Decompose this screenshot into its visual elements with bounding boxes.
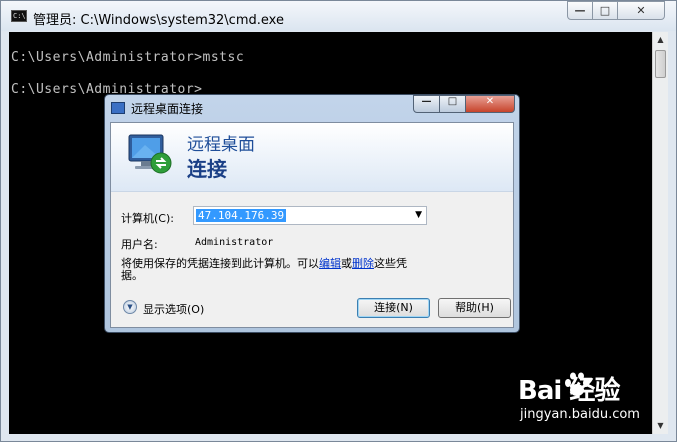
show-options-toggle[interactable]: ▼ 显示选项(O)	[123, 298, 223, 318]
scroll-up-icon[interactable]: ▲	[653, 32, 668, 48]
dialog-banner: 远程桌面 连接	[111, 123, 513, 192]
vertical-scrollbar[interactable]: ▲ ▼	[652, 32, 668, 434]
scroll-thumb[interactable]	[655, 50, 666, 78]
dialog-maximize-button[interactable]: □	[439, 95, 466, 113]
info-text-or: 或	[341, 257, 352, 270]
minimize-button[interactable]: —	[567, 1, 593, 20]
username-value: Administrator	[195, 237, 274, 248]
scroll-down-icon[interactable]: ▼	[653, 418, 668, 434]
close-button[interactable]: ✕	[617, 1, 665, 20]
info-text-start: 将使用保存的凭据连接到此计算机。可以	[121, 257, 319, 270]
edit-credentials-link[interactable]: 编辑	[319, 257, 341, 270]
cmd-titlebar[interactable]: C:\ 管理员: C:\Windows\system32\cmd.exe — □…	[1, 1, 676, 31]
connect-button[interactable]: 连接(N)	[357, 298, 430, 318]
dialog-minimize-button[interactable]: —	[413, 95, 440, 113]
dialog-title: 远程桌面连接	[131, 102, 204, 116]
delete-credentials-link[interactable]: 删除	[352, 257, 374, 270]
saved-credentials-info: 将使用保存的凭据连接到此计算机。可以编辑或删除这些凭据。	[121, 258, 411, 282]
remote-desktop-icon	[111, 102, 125, 114]
help-button[interactable]: 帮助(H)	[438, 298, 511, 318]
baidu-paw-icon	[565, 372, 589, 396]
dialog-heading-line1: 远程桌面	[187, 135, 255, 155]
expand-chevron-icon[interactable]: ▼	[123, 300, 137, 314]
console-icon[interactable]: C:\	[11, 10, 27, 22]
maximize-button[interactable]: □	[592, 1, 618, 20]
dialog-close-button[interactable]: ✕	[465, 95, 515, 113]
dialog-body: 远程桌面 连接 计算机(C): 47.104.176.39 ▼ 用户名: Adm…	[110, 122, 514, 328]
show-options-label[interactable]: 显示选项(O)	[143, 301, 204, 317]
baidu-jingyan-watermark: Bai 经验 jingyan.baidu.com	[518, 370, 648, 430]
computer-combobox[interactable]: 47.104.176.39 ▼	[193, 206, 427, 225]
cmd-window-title: 管理员: C:\Windows\system32\cmd.exe	[33, 13, 284, 28]
console-line: C:\Users\Administrator>mstsc	[11, 50, 245, 65]
remote-desktop-dialog: 远程桌面连接 — □ ✕ 远程桌面 连接 计算机(C): 47.104.176.…	[104, 94, 520, 333]
watermark-url: jingyan.baidu.com	[520, 407, 640, 422]
dialog-heading-line2: 连接	[187, 157, 227, 181]
dropdown-arrow-icon[interactable]: ▼	[415, 210, 422, 220]
monitor-connection-icon	[128, 134, 172, 174]
computer-label: 计算机(C):	[121, 212, 174, 225]
computer-value[interactable]: 47.104.176.39	[196, 209, 287, 222]
username-label: 用户名:	[121, 238, 158, 251]
